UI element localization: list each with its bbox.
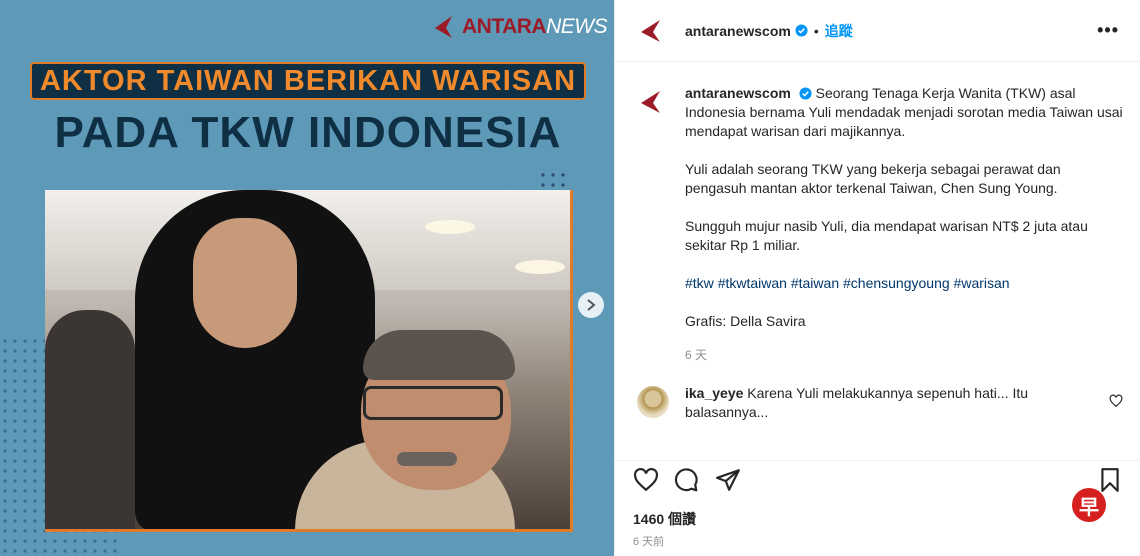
hashtag-link[interactable]: #tkw — [685, 275, 714, 291]
hashtag-link[interactable]: #chensungyoung — [843, 275, 950, 291]
hashtag-link[interactable]: #warisan — [954, 275, 1010, 291]
antara-logo-icon — [641, 91, 660, 113]
brand-suffix: NEWS — [546, 15, 608, 38]
carousel-next-button[interactable] — [578, 292, 604, 318]
brand-name: ANTARA — [462, 15, 547, 38]
comment-item: ika_yeye Karena Yuli melakukannya sepenu… — [637, 384, 1123, 422]
post-photo — [45, 190, 573, 532]
like-heart-icon[interactable] — [633, 467, 659, 493]
headline-top: AKTOR TAIWAN BERIKAN WARISAN — [30, 62, 586, 100]
author-avatar[interactable] — [637, 17, 665, 45]
caption-credit: Grafis: Della Savira — [685, 313, 806, 329]
hashtag-link[interactable]: #tkwtaiwan — [718, 275, 787, 291]
zaobao-watermark-logo: 早 — [1072, 488, 1106, 522]
background-person — [45, 310, 135, 529]
post-sidebar: antaranewscom • 追蹤 ••• antaranewscom Seo… — [614, 0, 1140, 556]
glasses — [363, 386, 503, 420]
post-caption: antaranewscom Seorang Tenaga Kerja Wanit… — [637, 84, 1123, 365]
caption-username[interactable]: antaranewscom — [685, 85, 791, 101]
verified-badge-icon — [799, 87, 812, 100]
caption-author-avatar[interactable] — [637, 88, 665, 116]
post-actions-bar: 1460 個讚 6 天前 — [615, 460, 1140, 556]
commenter-username[interactable]: ika_yeye — [685, 385, 743, 401]
commenter-avatar[interactable] — [637, 386, 669, 418]
caption-timestamp[interactable]: 6 天 — [685, 346, 1123, 365]
post-timestamp[interactable]: 6 天前 — [633, 533, 664, 549]
hashtag-list: #tkw #tkwtaiwan #taiwan #chensungyoung #… — [685, 274, 1123, 293]
antara-news-logo: ANTARANEWS — [432, 14, 608, 40]
post-image[interactable]: ANTARANEWS AKTOR TAIWAN BERIKAN WARISAN … — [0, 0, 614, 556]
post-header: antaranewscom • 追蹤 ••• — [615, 0, 1140, 62]
like-count[interactable]: 1460 個讚 — [633, 509, 696, 529]
follow-button[interactable]: 追蹤 — [825, 21, 853, 41]
hashtag-link[interactable]: #taiwan — [791, 275, 839, 291]
separator-dot: • — [813, 22, 819, 39]
caption-paragraph: Sungguh mujur nasib Yuli, dia mendapat w… — [685, 218, 1088, 253]
save-bookmark-icon[interactable] — [1097, 467, 1123, 493]
headline-bottom: PADA TKW INDONESIA — [54, 108, 562, 157]
caption-paragraph: Yuli adalah seorang TKW yang bekerja seb… — [685, 161, 1061, 196]
verified-badge-icon — [795, 24, 808, 37]
author-username[interactable]: antaranewscom — [685, 23, 791, 39]
comment-bubble-icon[interactable] — [673, 467, 699, 493]
more-options-button[interactable]: ••• — [1097, 20, 1119, 41]
chevron-right-icon — [587, 299, 596, 311]
comment-like-icon[interactable] — [1109, 394, 1123, 408]
antara-logo-icon — [435, 16, 452, 38]
antara-logo-icon — [641, 19, 660, 42]
share-send-icon[interactable] — [715, 467, 741, 493]
